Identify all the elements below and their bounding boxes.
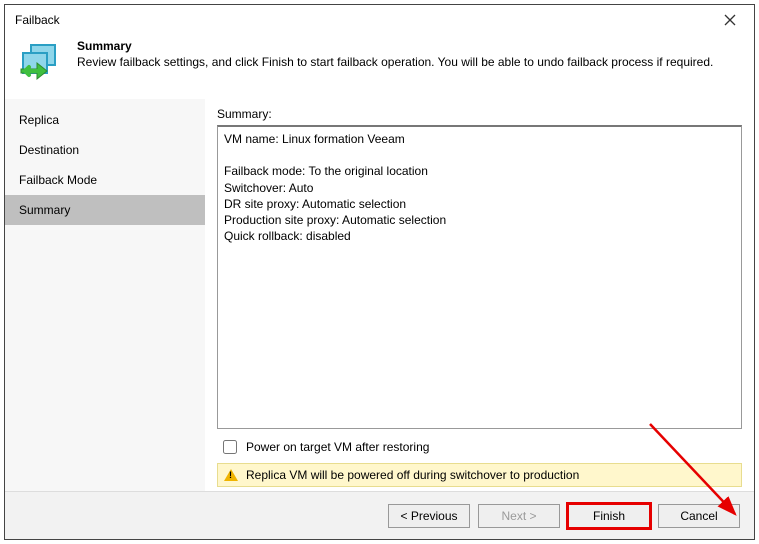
sidebar-item-label: Failback Mode (19, 173, 97, 187)
wizard-main-panel: Summary: VM name: Linux formation Veeam … (205, 99, 754, 491)
next-button: Next > (478, 504, 560, 528)
warning-bar: Replica VM will be powered off during sw… (217, 463, 742, 487)
wizard-header: Summary Review failback settings, and cl… (5, 35, 754, 99)
sidebar-item-replica[interactable]: Replica (5, 105, 205, 135)
page-description: Review failback settings, and click Fini… (77, 55, 742, 69)
power-on-checkbox[interactable] (223, 440, 237, 454)
finish-button[interactable]: Finish (568, 504, 650, 528)
power-on-checkbox-row[interactable]: Power on target VM after restoring (217, 429, 742, 463)
sidebar-item-destination[interactable]: Destination (5, 135, 205, 165)
summary-label: Summary: (217, 107, 742, 121)
page-title: Summary (77, 39, 742, 53)
previous-button[interactable]: < Previous (388, 504, 470, 528)
wizard-steps-sidebar: Replica Destination Failback Mode Summar… (5, 99, 205, 491)
sidebar-item-failback-mode[interactable]: Failback Mode (5, 165, 205, 195)
sidebar-item-label: Replica (19, 113, 59, 127)
failback-wizard-window: Failback Summary Review failback setting… (4, 4, 755, 540)
close-button[interactable] (714, 6, 746, 34)
failback-icon (17, 39, 65, 87)
cancel-button[interactable]: Cancel (658, 504, 740, 528)
titlebar: Failback (5, 5, 754, 35)
sidebar-item-summary[interactable]: Summary (5, 195, 205, 225)
summary-textbox[interactable]: VM name: Linux formation Veeam Failback … (217, 125, 742, 429)
power-on-checkbox-label: Power on target VM after restoring (246, 440, 429, 454)
warning-text: Replica VM will be powered off during sw… (246, 468, 579, 482)
sidebar-item-label: Destination (19, 143, 79, 157)
sidebar-item-label: Summary (19, 203, 70, 217)
window-title: Failback (15, 13, 60, 27)
wizard-body: Replica Destination Failback Mode Summar… (5, 99, 754, 491)
wizard-footer: < Previous Next > Finish Cancel (5, 491, 754, 539)
warning-icon (224, 469, 238, 481)
